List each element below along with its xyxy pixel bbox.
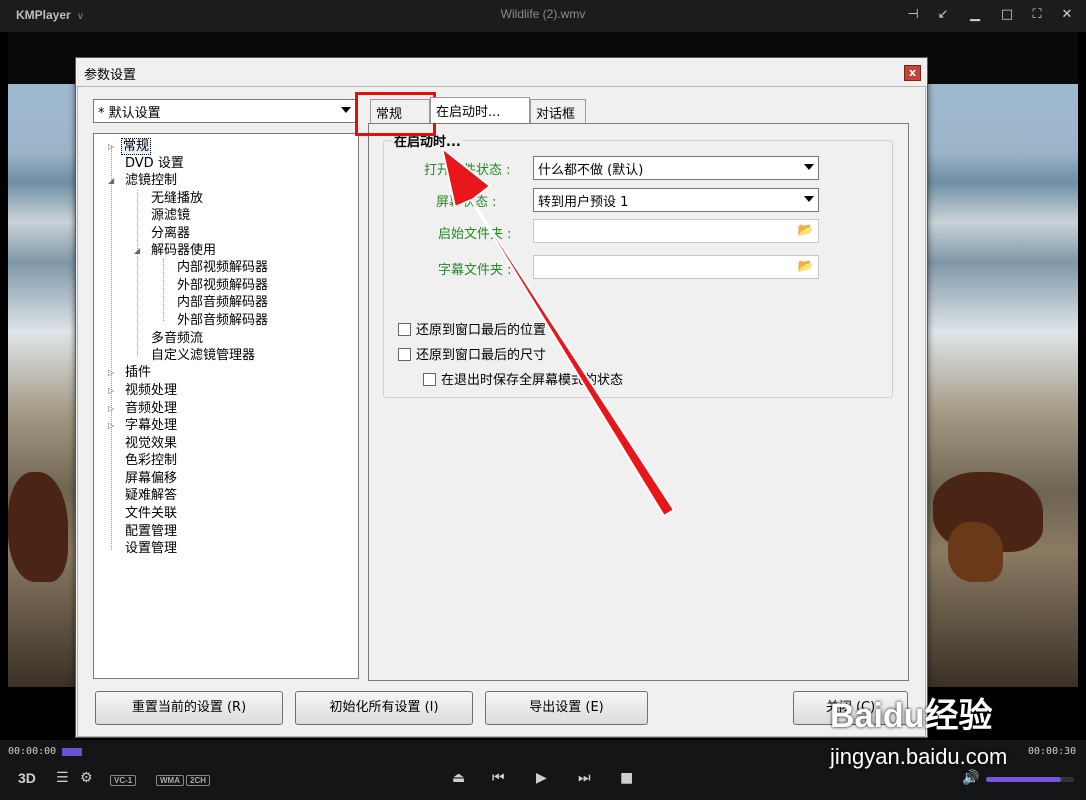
watermark-url: jingyan.baidu.com: [830, 744, 1008, 769]
tab-on-startup[interactable]: 在启动时...: [430, 97, 530, 123]
annotation-arrow: [441, 147, 675, 517]
baidu-watermark: Baidu经验: [830, 697, 993, 735]
arrow-shape: [441, 147, 675, 517]
